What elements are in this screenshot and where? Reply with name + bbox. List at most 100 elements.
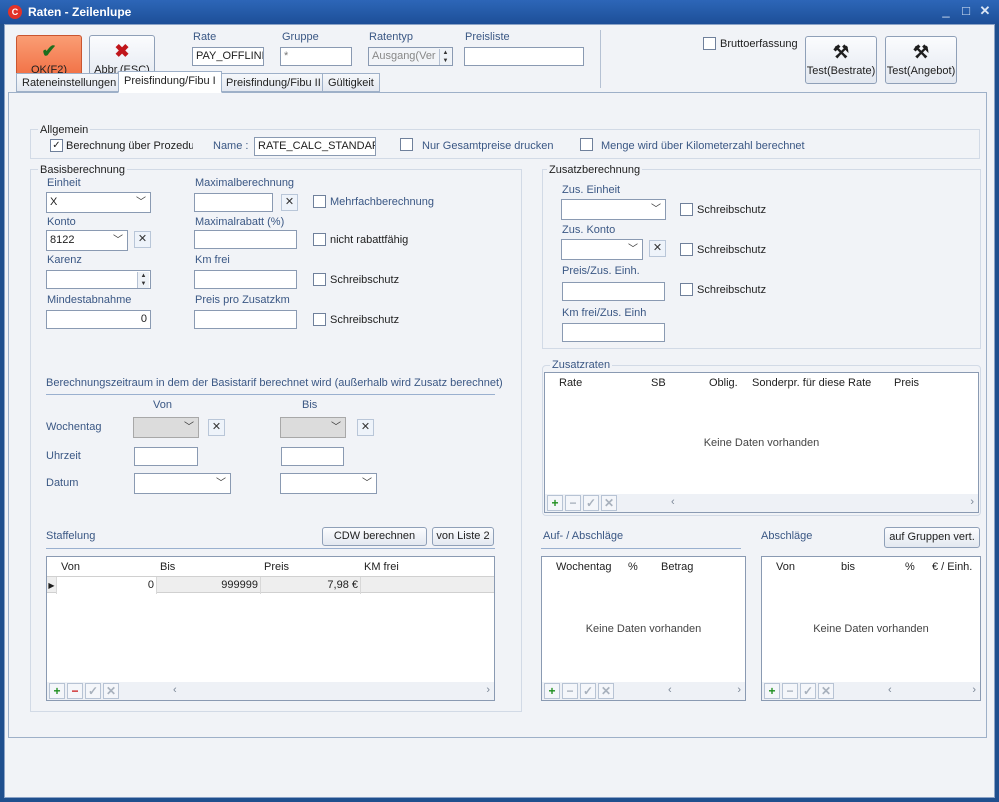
column-header-von[interactable]: Von — [61, 561, 80, 573]
ratentyp-spinner[interactable]: Ausgang(Ver ▲ ▼ — [368, 47, 453, 66]
close-icon[interactable]: ✕ — [977, 3, 993, 19]
cancel-x-icon[interactable]: ✕ — [103, 683, 119, 699]
uhrzeit-von-input[interactable] — [134, 447, 198, 466]
maximalberechnung-input[interactable] — [194, 193, 273, 212]
tab-rateneinstellungen[interactable]: Rateneinstellungen — [16, 73, 123, 92]
nur-gesamtpreise-checkbox[interactable] — [400, 138, 413, 151]
schreibschutz-1-checkbox[interactable] — [313, 273, 326, 286]
konto-clear-x-icon[interactable]: ✕ — [134, 231, 151, 248]
scroll-right-icon[interactable]: › — [486, 684, 490, 696]
scroll-right-icon[interactable]: › — [737, 684, 741, 696]
column-header-bis[interactable]: Bis — [160, 561, 175, 573]
wochentag-von-select[interactable]: ﹀ — [133, 417, 199, 438]
km-frei-input[interactable] — [194, 270, 297, 289]
zus-konto-select[interactable]: ﹀ — [561, 239, 643, 260]
datum-bis-select[interactable]: ﹀ — [280, 473, 377, 494]
scroll-left-icon[interactable]: ‹ — [668, 684, 672, 696]
karenz-spinner[interactable]: ▲ ▼ — [46, 270, 151, 289]
tab-preisfindung-fibu-1[interactable]: Preisfindung/Fibu I — [118, 71, 222, 93]
add-row-plus-icon[interactable]: + — [547, 495, 563, 511]
cdw-berechnen-button[interactable]: CDW berechnen — [322, 527, 427, 546]
confirm-check-icon[interactable]: ✓ — [800, 683, 816, 699]
schreibschutz-2-checkbox[interactable] — [313, 313, 326, 326]
menge-kilometer-checkbox[interactable] — [580, 138, 593, 151]
wochentag-von-clear-x-icon[interactable]: ✕ — [208, 419, 225, 436]
berechnung-prozedur-checkbox[interactable]: ✓ — [50, 139, 63, 152]
delete-row-minus-icon[interactable]: − — [67, 683, 83, 699]
minimize-icon[interactable]: _ — [938, 3, 954, 18]
zus-einheit-select[interactable]: ﹀ — [561, 199, 666, 220]
column-header-preis[interactable]: Preis — [264, 561, 289, 573]
scroll-left-icon[interactable]: ‹ — [173, 684, 177, 696]
konto-select[interactable]: 8122 ﹀ — [46, 230, 128, 251]
wochentag-bis-clear-x-icon[interactable]: ✕ — [357, 419, 374, 436]
staffelung-divider — [46, 548, 495, 549]
maximalberechnung-clear-x-icon[interactable]: ✕ — [281, 194, 298, 211]
spin-arrows-icon[interactable]: ▲ ▼ — [137, 272, 149, 288]
column-header-sonderpreis[interactable]: Sonderpr. für diese Rate — [752, 377, 871, 389]
test-angebot-button[interactable]: ⚒ Test(Angebot) — [885, 36, 957, 84]
column-header-preis[interactable]: Preis — [894, 377, 919, 389]
cell-preis[interactable]: 7,98 € — [261, 577, 361, 594]
zus-konto-clear-x-icon[interactable]: ✕ — [649, 240, 666, 257]
gruppe-input[interactable]: * — [280, 47, 352, 66]
uhrzeit-bis-input[interactable] — [281, 447, 344, 466]
maximalrabatt-input[interactable] — [194, 230, 297, 249]
preis-zusatzkm-input[interactable] — [194, 310, 297, 329]
delete-row-minus-icon[interactable]: − — [782, 683, 798, 699]
column-header-oblig[interactable]: Oblig. — [709, 377, 738, 389]
cell-km-frei[interactable] — [361, 577, 494, 594]
datum-von-select[interactable]: ﹀ — [134, 473, 231, 494]
cancel-x-icon[interactable]: ✕ — [601, 495, 617, 511]
confirm-check-icon[interactable]: ✓ — [583, 495, 599, 511]
confirm-check-icon[interactable]: ✓ — [580, 683, 596, 699]
zus-schreibschutz-1-checkbox[interactable] — [680, 203, 693, 216]
zus-schreibschutz-3-checkbox[interactable] — [680, 283, 693, 296]
cancel-x-icon[interactable]: ✕ — [598, 683, 614, 699]
add-row-plus-icon[interactable]: + — [764, 683, 780, 699]
scroll-right-icon[interactable]: › — [972, 684, 976, 696]
column-header-wochentag[interactable]: Wochentag — [556, 561, 611, 573]
add-row-plus-icon[interactable]: + — [49, 683, 65, 699]
einheit-select[interactable]: X ﹀ — [46, 192, 151, 213]
column-header-rate[interactable]: Rate — [559, 377, 582, 389]
delete-row-minus-icon[interactable]: − — [565, 495, 581, 511]
zus-kmfrei-input[interactable] — [562, 323, 665, 342]
column-header-betrag[interactable]: Betrag — [661, 561, 693, 573]
column-header-euro-einheit[interactable]: € / Einh. — [932, 561, 972, 573]
confirm-check-icon[interactable]: ✓ — [85, 683, 101, 699]
maximize-icon[interactable]: □ — [958, 3, 974, 18]
auf-abschlaege-title: Auf- / Abschläge — [543, 530, 624, 542]
column-header-von[interactable]: Von — [776, 561, 795, 573]
column-header-bis[interactable]: bis — [841, 561, 855, 573]
cancel-x-icon[interactable]: ✕ — [818, 683, 834, 699]
zus-schreibschutz-2-checkbox[interactable] — [680, 243, 693, 256]
bruttoerfassung-checkbox[interactable] — [703, 37, 716, 50]
cell-bis[interactable]: 999999 — [157, 577, 261, 594]
table-row[interactable]: ▶ 0 999999 7,98 € — [47, 576, 494, 594]
von-liste-button[interactable]: von Liste 2 — [432, 527, 494, 546]
add-row-plus-icon[interactable]: + — [544, 683, 560, 699]
column-header-prozent[interactable]: % — [628, 561, 638, 573]
test-bestrate-button[interactable]: ⚒ Test(Bestrate) — [805, 36, 877, 84]
column-header-prozent[interactable]: % — [905, 561, 915, 573]
cell-von[interactable]: 0 — [57, 577, 157, 594]
mehrfachberechnung-checkbox[interactable] — [313, 195, 326, 208]
zus-preis-input[interactable] — [562, 282, 665, 301]
spin-arrows-icon[interactable]: ▲ ▼ — [439, 49, 451, 65]
column-header-km-frei[interactable]: KM frei — [364, 561, 399, 573]
scroll-right-icon[interactable]: › — [970, 496, 974, 508]
rate-input[interactable]: PAY_OFFLINE — [192, 47, 264, 66]
tab-preisfindung-fibu-2[interactable]: Preisfindung/Fibu II — [220, 73, 327, 92]
name-input[interactable]: RATE_CALC_STANDARD — [254, 137, 376, 156]
mindestabnahme-input[interactable]: 0 — [46, 310, 151, 329]
wochentag-bis-select[interactable]: ﹀ — [280, 417, 346, 438]
tab-gueltigkeit[interactable]: Gültigkeit — [322, 73, 380, 92]
delete-row-minus-icon[interactable]: − — [562, 683, 578, 699]
auf-gruppen-verteilen-button[interactable]: auf Gruppen vert. — [884, 527, 980, 548]
scroll-left-icon[interactable]: ‹ — [888, 684, 892, 696]
column-header-sb[interactable]: SB — [651, 377, 666, 389]
scroll-left-icon[interactable]: ‹ — [671, 496, 675, 508]
nicht-rabattfaehig-checkbox[interactable] — [313, 233, 326, 246]
preisliste-input[interactable] — [464, 47, 584, 66]
